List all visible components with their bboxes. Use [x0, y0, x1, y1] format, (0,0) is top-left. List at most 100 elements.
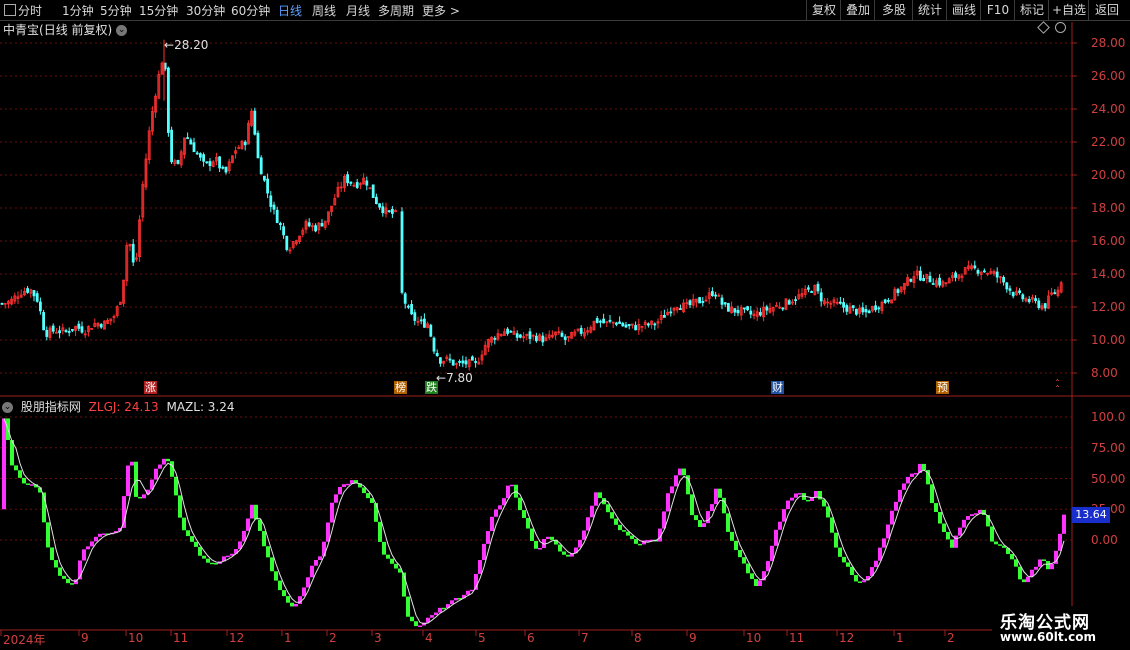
indicator-header: ⌄ 股朋指标网 ZLGJ: 24.13 MAZL: 3.24: [2, 398, 239, 414]
candle-body: [1053, 292, 1057, 295]
candle-body: [925, 273, 929, 280]
candle-body: [384, 207, 388, 215]
indicator-bar: [362, 487, 366, 494]
indicator-bar: [842, 556, 846, 563]
indicator-bar: [118, 527, 122, 532]
indicator-bar: [962, 519, 966, 528]
indicator-bar: [58, 567, 62, 576]
candle-body: [170, 129, 174, 163]
event-badge[interactable]: 涨: [144, 381, 157, 394]
time-label: 5: [478, 631, 486, 645]
indicator-bar: [594, 492, 598, 506]
candle-body: [435, 353, 439, 357]
candle-body: [74, 325, 77, 331]
tab-more[interactable]: 更多 >: [422, 2, 460, 19]
tab-daily[interactable]: 日线: [278, 2, 302, 19]
indicator-bar: [346, 483, 350, 486]
overlay-button[interactable]: 叠加: [840, 0, 875, 20]
candle-body: [1024, 298, 1028, 302]
indicator-bar: [674, 475, 678, 487]
stats-button[interactable]: 统计: [912, 0, 947, 20]
candle-body: [714, 294, 717, 297]
candle-body: [522, 336, 525, 339]
candle-body: [288, 249, 292, 252]
candle-body: [346, 174, 350, 184]
stock-name: 中青宝: [3, 23, 40, 37]
arrow-icon: ←: [436, 371, 447, 385]
candle-body: [762, 306, 765, 318]
candle-body: [554, 331, 557, 336]
candle-body: [45, 329, 49, 337]
candle-body: [272, 204, 276, 210]
candle-body: [1015, 291, 1018, 296]
event-badge[interactable]: 预: [936, 381, 949, 394]
adjust-button[interactable]: 复权: [806, 0, 841, 20]
candle-body: [973, 265, 977, 269]
candle-body: [243, 141, 247, 146]
candle-body: [672, 307, 676, 311]
candle-body: [1027, 298, 1031, 303]
tab-5min[interactable]: 5分钟: [100, 2, 132, 19]
candle-body: [899, 286, 903, 293]
indicator-bar: [610, 512, 614, 519]
tab-multi-period[interactable]: 多周期: [378, 2, 414, 19]
candle-body: [995, 271, 999, 278]
candle-body: [848, 306, 852, 314]
candle-body: [986, 272, 989, 275]
candle-body: [707, 292, 711, 300]
candle-body: [906, 277, 909, 286]
f10-button[interactable]: F10: [980, 0, 1015, 20]
tab-weekly[interactable]: 周线: [312, 2, 336, 19]
draw-line-button[interactable]: 画线: [946, 0, 981, 20]
candle-body: [784, 298, 788, 310]
indicator-bar: [682, 468, 686, 476]
candle-body: [736, 309, 740, 314]
chevron-down-icon[interactable]: ⌄: [116, 25, 128, 36]
candle-body: [691, 298, 695, 306]
candle-body: [624, 324, 628, 328]
event-badge[interactable]: 榜: [394, 381, 407, 394]
diamond-icon[interactable]: [1037, 21, 1050, 34]
time-label: 11: [789, 631, 805, 645]
candle-body: [746, 306, 749, 311]
indicator-bar: [806, 499, 810, 502]
candle-body: [669, 311, 673, 314]
chevron-right-icon: >: [449, 4, 460, 18]
indicator-bar: [810, 497, 814, 502]
candle-body: [150, 110, 154, 132]
tab-monthly[interactable]: 月线: [346, 2, 370, 19]
tab-15min[interactable]: 15分钟: [139, 2, 178, 19]
chevron-down-icon[interactable]: ⌄: [2, 402, 13, 413]
candle-body: [90, 328, 93, 330]
candle-body: [106, 319, 109, 324]
indicator-bar: [442, 607, 446, 610]
price-tick-label: 8.00: [1091, 366, 1118, 380]
tab-30min[interactable]: 30分钟: [186, 2, 225, 19]
back-button[interactable]: 返回: [1088, 0, 1125, 20]
candle-body: [240, 140, 244, 149]
tab-60min[interactable]: 60分钟: [231, 2, 270, 19]
tab-1min[interactable]: 1分钟: [62, 2, 94, 19]
candle-body: [438, 357, 442, 364]
indicator-bar: [854, 575, 858, 582]
candle-body: [298, 235, 302, 243]
indicator-tick-label: 75.00: [1091, 440, 1126, 455]
double-up-icon[interactable]: ˆˆ: [1055, 380, 1060, 396]
candle-body: [1037, 300, 1041, 308]
event-badge[interactable]: 财: [771, 381, 784, 394]
candle-body: [326, 211, 330, 223]
mark-button[interactable]: 标记: [1014, 0, 1049, 20]
add-favorite-button[interactable]: +自选: [1048, 0, 1089, 20]
candle-body: [570, 331, 573, 339]
candle-body: [842, 302, 845, 308]
multi-stock-button[interactable]: 多股: [874, 0, 913, 20]
candle-body: [461, 360, 465, 364]
circle-icon[interactable]: [1055, 22, 1066, 33]
candle-body: [103, 320, 106, 330]
candle-body: [752, 313, 756, 317]
candle-body: [618, 321, 621, 324]
indicator-bar: [258, 519, 262, 531]
candle-body: [112, 316, 116, 318]
tab-minute[interactable]: 分时: [4, 2, 42, 19]
candle-body: [675, 307, 679, 311]
